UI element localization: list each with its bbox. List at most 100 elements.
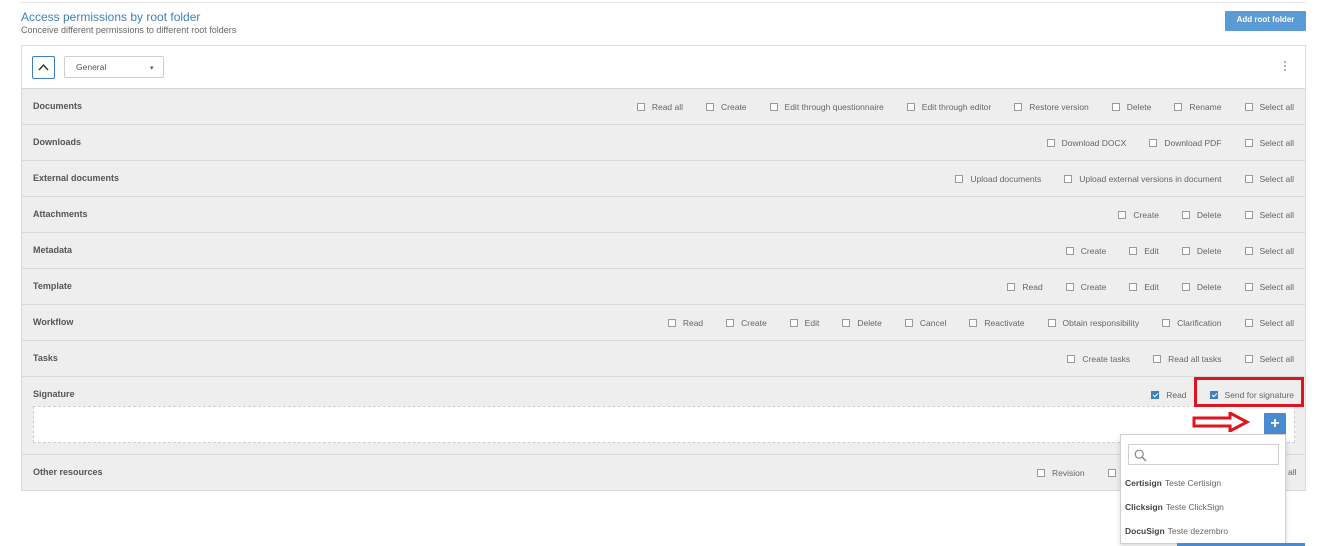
checkbox-select-all[interactable]: Select all — [1244, 354, 1294, 364]
checkbox-label: Read — [682, 318, 704, 328]
checkbox-box[interactable] — [1047, 319, 1056, 327]
checkbox-read[interactable]: Read — [1007, 282, 1043, 292]
checkbox-revision[interactable]: Revision — [1037, 468, 1085, 478]
checkbox-box[interactable] — [904, 319, 913, 327]
checkbox-box[interactable] — [1107, 469, 1116, 477]
collapse-button[interactable] — [32, 56, 55, 79]
checkbox-box[interactable] — [726, 319, 735, 327]
folder-select[interactable]: General ▾ — [64, 56, 164, 78]
checkbox-box[interactable] — [1037, 469, 1045, 477]
checkbox-box[interactable] — [1244, 211, 1253, 219]
checkbox-box[interactable] — [1065, 283, 1074, 291]
provider-search-input[interactable] — [1128, 444, 1279, 465]
checkbox-box[interactable] — [769, 103, 778, 111]
checkbox-label: Select all — [1259, 282, 1295, 292]
checkbox-box[interactable] — [1244, 139, 1253, 147]
checkbox-box[interactable] — [842, 319, 851, 327]
checkbox-select-all[interactable]: Select all — [1244, 102, 1294, 112]
checkbox-restore-version[interactable]: Restore version — [1014, 102, 1089, 112]
checkbox-box[interactable] — [1153, 355, 1162, 363]
permission-row-external-documents: External documents Upload documents Upload… — [22, 161, 1305, 197]
checkbox-edit[interactable]: Edit — [1129, 246, 1159, 256]
checkbox-box[interactable] — [1118, 211, 1127, 219]
checkbox-read[interactable]: Read — [1151, 390, 1187, 400]
checkbox-create[interactable]: Create — [706, 102, 747, 112]
checkbox-delete[interactable]: Delete — [1181, 210, 1222, 220]
checkbox-select-all[interactable]: Select all — [1244, 138, 1294, 148]
checkbox-box[interactable] — [955, 175, 964, 183]
checkbox-create-tasks[interactable]: Create tasks — [1067, 354, 1130, 364]
checkbox-delete[interactable]: Delete — [1181, 282, 1222, 292]
checkbox-box[interactable] — [969, 319, 978, 327]
checkbox-clarification[interactable]: Clarification — [1162, 318, 1222, 328]
row-name: External documents — [33, 173, 120, 183]
checkbox-select-all[interactable]: Select all — [1244, 282, 1295, 292]
checkbox-select-all[interactable]: Select all — [1244, 174, 1294, 184]
checkbox-box[interactable] — [1174, 103, 1183, 111]
checkbox-box[interactable] — [1067, 355, 1076, 363]
checkbox-upload-documents[interactable]: Upload documents — [955, 174, 1041, 184]
checkbox-select-all[interactable]: Select all — [1244, 210, 1294, 220]
checkbox-box[interactable] — [789, 319, 798, 327]
checkbox-box[interactable] — [1162, 319, 1171, 327]
checkbox-edit-through-questionnaire[interactable]: Edit through questionnaire — [769, 102, 884, 112]
checkbox-create[interactable]: Create — [1118, 210, 1159, 220]
checkbox-box[interactable] — [1007, 283, 1016, 291]
checkbox-cancel[interactable]: Cancel — [904, 318, 946, 328]
checkbox-box[interactable] — [1149, 139, 1158, 147]
checkbox-box[interactable] — [1244, 175, 1253, 183]
checkbox-read-all[interactable]: Read all — [636, 102, 683, 112]
checkbox-select-all[interactable]: Select all — [1244, 246, 1294, 256]
checkbox-box[interactable] — [706, 103, 715, 111]
checkbox-obtain-responsibility[interactable]: Obtain responsibility — [1047, 318, 1140, 328]
add-root-folder-button[interactable]: Add root folder — [1225, 11, 1306, 31]
checkbox-download-pdf[interactable]: Download PDF — [1149, 138, 1222, 148]
add-signature-provider-button[interactable]: + — [1264, 413, 1286, 435]
checkbox-box[interactable] — [1151, 391, 1160, 399]
checkbox-box[interactable] — [1181, 247, 1190, 255]
checkbox-rename[interactable]: Rename — [1174, 102, 1222, 112]
checkbox-label: Obtain responsibility — [1062, 318, 1140, 328]
checkbox-label: Edit — [1144, 246, 1159, 256]
kebab-icon[interactable] — [1283, 61, 1287, 75]
checkbox-edit[interactable]: Edit — [1129, 282, 1159, 292]
checkbox-edit-through-editor[interactable]: Edit through editor — [906, 102, 991, 112]
checkbox-read[interactable]: Read — [667, 318, 704, 328]
checkbox-create[interactable]: Create — [1065, 282, 1106, 292]
checkbox-create[interactable]: Create — [1065, 246, 1106, 256]
checkbox-label: Delete — [1126, 102, 1152, 112]
checkbox-box[interactable] — [1244, 283, 1253, 291]
checkbox-reactivate[interactable]: Reactivate — [969, 318, 1025, 328]
checkbox-edit[interactable]: Edit — [789, 318, 819, 328]
checkbox-delete[interactable]: Delete — [842, 318, 882, 328]
checkbox-box[interactable] — [1111, 103, 1120, 111]
checkbox-delete[interactable]: Delete — [1181, 246, 1222, 256]
checkbox-box[interactable] — [1129, 247, 1138, 255]
permission-row-downloads: Downloads Download DOCX Download PDF Select… — [22, 125, 1305, 161]
provider-option[interactable]: DocuSign Teste dezembro — [1125, 526, 1228, 536]
checkbox-box[interactable] — [1065, 247, 1074, 255]
permission-row-attachments: Attachments Create Delete Select all — [22, 197, 1305, 233]
checkbox-box[interactable] — [1181, 211, 1190, 219]
checkbox-box[interactable] — [1244, 319, 1253, 327]
provider-option[interactable]: Clicksign Teste ClickSign — [1125, 502, 1224, 512]
checkbox-box[interactable] — [1244, 247, 1253, 255]
checkbox-box[interactable] — [1014, 103, 1023, 111]
checkbox-select-all[interactable]: Select all — [1244, 318, 1294, 328]
checkbox-box[interactable] — [1046, 139, 1055, 147]
checkbox-box[interactable] — [636, 103, 645, 111]
checkbox-read-all-tasks[interactable]: Read all tasks — [1153, 354, 1222, 364]
checkbox-create[interactable]: Create — [726, 318, 767, 328]
checkbox-delete[interactable]: Delete — [1111, 102, 1152, 112]
checkbox-box[interactable] — [1181, 283, 1190, 291]
checkbox-box[interactable] — [1064, 175, 1073, 183]
checkbox-box[interactable] — [1244, 355, 1253, 363]
checkbox-box[interactable] — [906, 103, 915, 111]
checkbox-box[interactable] — [1244, 103, 1253, 111]
checkbox-upload-external-versions-in-document[interactable]: Upload external versions in document — [1064, 174, 1222, 184]
checkbox-box[interactable] — [667, 319, 676, 327]
provider-option[interactable]: Certisign Teste Certisign — [1125, 478, 1221, 488]
checkbox-label: Read — [1166, 390, 1187, 400]
checkbox-box[interactable] — [1129, 283, 1138, 291]
checkbox-download-docx[interactable]: Download DOCX — [1046, 138, 1126, 148]
